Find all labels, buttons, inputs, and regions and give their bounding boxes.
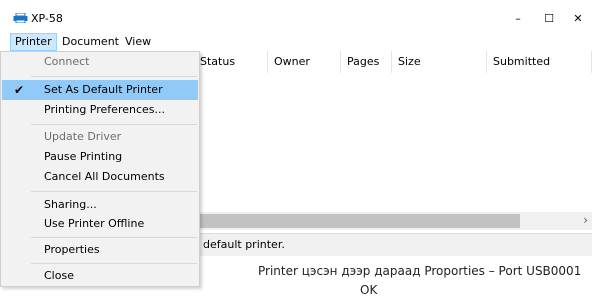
scrollbar-thumb[interactable] xyxy=(200,214,520,228)
close-button[interactable]: ✕ xyxy=(564,8,592,28)
menu-view[interactable]: View xyxy=(121,34,155,50)
minimize-button[interactable]: – xyxy=(504,8,532,28)
menu-bar: Printer Document View xyxy=(0,32,592,51)
menu-separator xyxy=(31,263,197,264)
window-title: XP-58 xyxy=(31,12,63,25)
printer-icon xyxy=(13,13,28,23)
menu-use-printer-offline[interactable]: Use Printer Offline xyxy=(2,214,198,234)
menu-cancel-all-documents[interactable]: Cancel All Documents xyxy=(2,167,198,187)
menu-separator xyxy=(31,237,197,238)
menu-printing-preferences[interactable]: Printing Preferences... xyxy=(2,100,198,120)
menu-sharing[interactable]: Sharing... xyxy=(2,195,198,215)
menu-separator xyxy=(31,76,197,77)
menu-printer[interactable]: Printer xyxy=(10,33,57,51)
menu-set-default-printer[interactable]: ✔ Set As Default Printer xyxy=(2,80,198,100)
resize-grip-icon[interactable]: ⋰ xyxy=(203,238,589,253)
maximize-button[interactable]: ☐ xyxy=(535,8,563,28)
printer-menu-dropdown: Connect ✔ Set As Default Printer Printin… xyxy=(0,51,200,287)
chevron-right-icon[interactable]: › xyxy=(583,213,588,227)
menu-close[interactable]: Close xyxy=(2,266,198,286)
title-bar: XP-58 – ☐ ✕ xyxy=(0,0,592,32)
menu-separator xyxy=(31,191,197,192)
menu-properties[interactable]: Properties xyxy=(2,240,198,260)
menu-update-driver[interactable]: Update Driver xyxy=(2,127,198,147)
column-owner[interactable]: Owner xyxy=(268,51,341,73)
maximize-icon: ☐ xyxy=(544,11,554,25)
close-icon: ✕ xyxy=(573,11,583,25)
menu-connect[interactable]: Connect xyxy=(2,52,198,72)
menu-separator xyxy=(31,124,197,125)
caption-text: Printer цэсэн дээр дараад Proporties – P… xyxy=(258,264,582,278)
minimize-icon: – xyxy=(515,11,521,25)
column-size[interactable]: Size xyxy=(392,51,487,73)
column-submitted[interactable]: Submitted xyxy=(487,51,592,73)
menu-pause-printing[interactable]: Pause Printing xyxy=(2,147,198,167)
column-status[interactable]: Status xyxy=(194,51,268,73)
menu-document[interactable]: Document xyxy=(58,34,123,50)
caption-ok: OK xyxy=(360,283,378,297)
column-pages[interactable]: Pages xyxy=(341,51,392,73)
check-icon: ✔ xyxy=(14,83,25,97)
